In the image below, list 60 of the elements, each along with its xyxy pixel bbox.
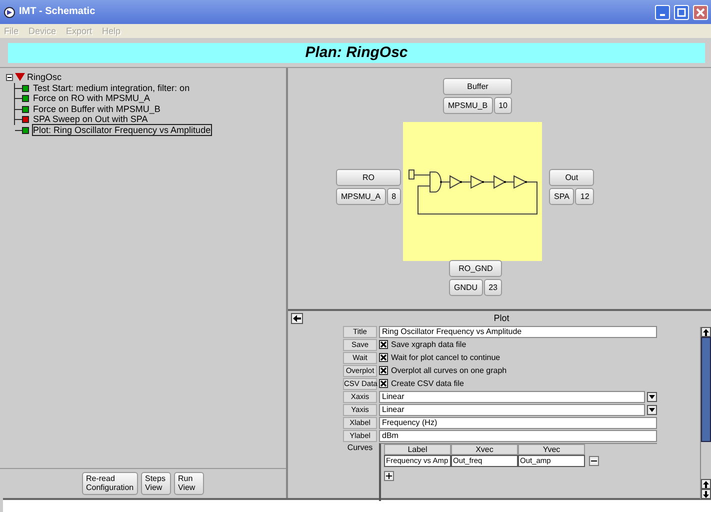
- column-header: Label: [384, 444, 451, 455]
- text-field[interactable]: Ring Oscillator Frequency vs Amplitude: [379, 326, 657, 338]
- channel-button[interactable]: 12: [575, 188, 594, 205]
- checkbox[interactable]: [379, 366, 388, 376]
- dropdown-arrow-icon[interactable]: [647, 405, 657, 415]
- minus-icon: [591, 460, 597, 462]
- checkbox-label: Overplot all curves on one graph: [391, 366, 507, 375]
- checkbox[interactable]: [379, 340, 388, 350]
- text-field[interactable]: dBm: [379, 430, 657, 442]
- scroll-up-button[interactable]: [701, 327, 711, 337]
- tree-item[interactable]: SPA Sweep on Out with SPA: [33, 114, 148, 124]
- dropdown-arrow-icon[interactable]: [647, 392, 657, 402]
- collapse-icon[interactable]: [6, 74, 13, 81]
- checkbox-label: Save xgraph data file: [391, 340, 466, 349]
- field-label: Curves: [346, 443, 374, 454]
- channel-button[interactable]: 10: [494, 97, 512, 114]
- plus-icon: [386, 473, 392, 479]
- scroll-up-button[interactable]: [701, 479, 711, 489]
- close-icon: [696, 8, 705, 16]
- view-button[interactable]: Steps View: [141, 472, 171, 496]
- remove-row-button[interactable]: [589, 456, 599, 466]
- scrollbar-thumb[interactable]: [701, 337, 711, 442]
- maximize-button[interactable]: [674, 4, 689, 20]
- tree-item[interactable]: RingOsc: [27, 72, 62, 82]
- checkbox[interactable]: [379, 379, 388, 388]
- checkbox-label: Create CSV data file: [391, 379, 464, 388]
- add-row-button[interactable]: [384, 471, 394, 481]
- tree-item[interactable]: Force on Buffer with MPSMU_B: [33, 104, 160, 114]
- text-field[interactable]: Frequency (Hz): [379, 417, 657, 429]
- maximize-icon: [677, 8, 686, 16]
- tree-item[interactable]: Force on RO with MPSMU_A: [33, 93, 150, 103]
- column-header: Xvec: [451, 444, 518, 455]
- dropdown-field[interactable]: Linear: [379, 404, 645, 416]
- pin-button[interactable]: RO: [336, 169, 402, 186]
- folder-triangle-icon: [15, 73, 25, 82]
- tree-item[interactable]: Test Start: medium integration, filter: on: [33, 82, 190, 92]
- channel-button[interactable]: 23: [484, 279, 502, 296]
- app-icon: [4, 6, 15, 18]
- column-header: Yvec: [518, 444, 585, 455]
- instrument-button[interactable]: SPA: [549, 188, 574, 205]
- tree-item[interactable]: Plot: Ring Oscillator Frequency vs Amplitude: [33, 124, 211, 134]
- reread-button[interactable]: Re-read Configuration: [82, 472, 138, 496]
- minimize-button[interactable]: [655, 4, 670, 20]
- scroll-down-button[interactable]: [701, 489, 711, 499]
- pin-button[interactable]: Out: [549, 169, 594, 186]
- pin-button[interactable]: RO_GND: [449, 260, 502, 277]
- instrument-button[interactable]: GNDU: [449, 279, 483, 296]
- close-button[interactable]: [693, 4, 708, 20]
- checkbox[interactable]: [379, 353, 388, 362]
- panel-title: Plot: [492, 313, 510, 324]
- view-button[interactable]: Run View: [174, 472, 204, 496]
- checkbox-label: Wait for plot cancel to continue: [391, 353, 500, 362]
- instrument-button[interactable]: MPSMU_A: [336, 188, 386, 205]
- back-button[interactable]: [291, 313, 303, 324]
- channel-button[interactable]: 8: [386, 188, 402, 205]
- dropdown-field[interactable]: Linear: [379, 391, 645, 403]
- plan-title: Plan: RingOsc: [8, 43, 705, 63]
- window-title: IMT - Schematic: [19, 6, 96, 18]
- pin-button[interactable]: Buffer: [443, 78, 512, 95]
- instrument-button[interactable]: MPSMU_B: [443, 97, 493, 114]
